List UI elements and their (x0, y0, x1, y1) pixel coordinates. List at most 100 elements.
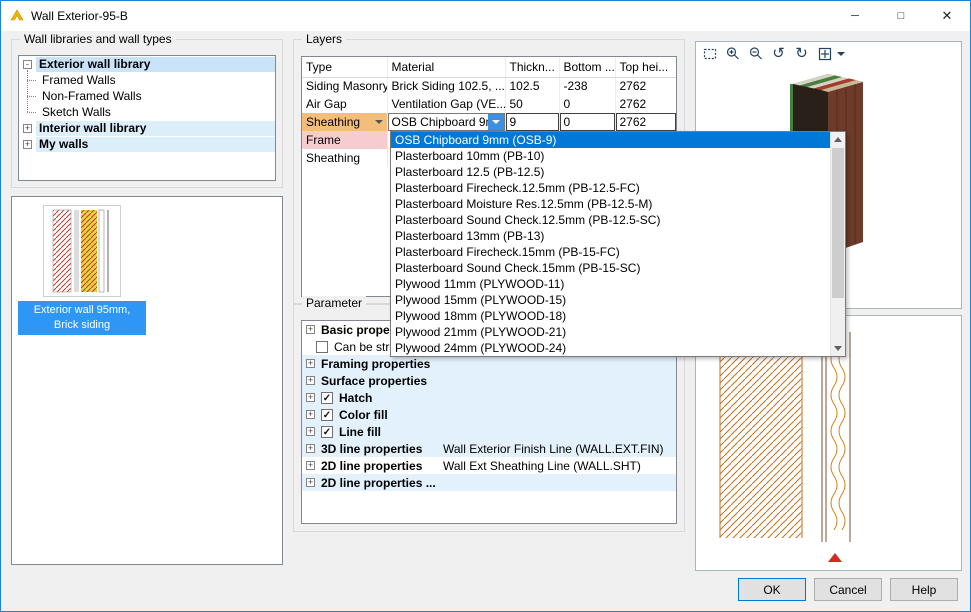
triangle-up-icon (834, 137, 842, 142)
triangle-down-icon (834, 346, 842, 351)
scroll-down-arrow[interactable] (831, 341, 845, 356)
expand-icon[interactable]: + (306, 427, 315, 436)
checkbox-checked[interactable]: ✓ (321, 426, 333, 438)
preview-toolbar: ↺ ↻ (701, 45, 845, 62)
rotate-right-icon[interactable]: ↻ (793, 45, 810, 62)
dropdown-option[interactable]: Plasterboard Moisture Res.12.5mm (PB-12.… (391, 196, 845, 212)
tree-item-my-walls[interactable]: + My walls (19, 136, 275, 152)
tree-item-non-framed-walls[interactable]: Non-Framed Walls (19, 88, 275, 104)
dropdown-option[interactable]: Plasterboard Firecheck.15mm (PB-15-FC) (391, 244, 845, 260)
bottom-height-input[interactable] (560, 113, 615, 131)
col-header-top: Top hei... (615, 57, 676, 77)
group-title: Parameter (302, 296, 366, 310)
zoom-window-icon[interactable] (701, 45, 718, 62)
tree-branch-line (27, 70, 28, 112)
window-title: Wall Exterior-95-B (31, 9, 128, 23)
material-combobox[interactable]: OSB Chipboard 9n (388, 113, 505, 131)
top-height-input[interactable] (616, 113, 677, 131)
wall-list-item-selected[interactable]: Exterior wall 95mm, Brick siding (18, 203, 146, 335)
param-row-2d-line-properties-more[interactable]: + 2D line properties ... (302, 474, 676, 491)
zoom-in-icon[interactable] (724, 45, 741, 62)
material-dropdown-list: OSB Chipboard 9mm (OSB-9) Plasterboard 1… (390, 131, 846, 357)
expand-icon[interactable]: + (306, 444, 315, 453)
wall-type-tree: - Exterior wall library Framed Walls Non… (18, 55, 276, 181)
dropdown-option[interactable]: Plywood 24mm (PLYWOOD-24) (391, 340, 845, 356)
rotate-left-icon[interactable]: ↺ (770, 45, 787, 62)
group-title: Layers (302, 32, 346, 46)
dropdown-option[interactable]: Plasterboard 12.5 (PB-12.5) (391, 164, 845, 180)
layer-type-combobox[interactable]: Sheathing (302, 113, 387, 131)
layer-row-sheathing-editing[interactable]: Sheathing OSB Chipboard 9n (302, 113, 676, 131)
param-row-hatch[interactable]: + ✓ Hatch (302, 389, 676, 406)
checkbox-unchecked[interactable] (316, 341, 328, 353)
layer-row-air-gap[interactable]: Air Gap Ventilation Gap (VE... 50 0 2762 (302, 95, 676, 113)
expand-icon[interactable]: + (23, 140, 32, 149)
expand-icon[interactable]: + (306, 461, 315, 470)
param-row-3d-line-properties[interactable]: + 3D line properties Wall Exterior Finis… (302, 440, 676, 457)
param-row-color-fill[interactable]: + ✓ Color fill (302, 406, 676, 423)
col-header-material: Material (387, 57, 505, 77)
expand-icon[interactable]: + (306, 393, 315, 402)
layer-row-siding-masonry[interactable]: Siding Masonry Brick Siding 102.5, ... 1… (302, 77, 676, 95)
param-row-line-fill[interactable]: + ✓ Line fill (302, 423, 676, 440)
expand-icon[interactable]: + (23, 124, 32, 133)
tree-item-label: Exterior wall library (36, 57, 275, 72)
combo-open-button[interactable] (488, 114, 504, 130)
expand-icon[interactable]: + (306, 325, 315, 334)
tree-item-label: Non-Framed Walls (39, 89, 145, 104)
collapse-icon[interactable]: - (23, 60, 32, 69)
dropdown-option[interactable]: Plywood 11mm (PLYWOOD-11) (391, 276, 845, 292)
dropdown-option[interactable]: Plywood 18mm (PLYWOOD-18) (391, 308, 845, 324)
close-button[interactable]: ✕ (924, 1, 970, 31)
scroll-up-arrow[interactable] (831, 132, 845, 147)
wall-list-panel: Exterior wall 95mm, Brick siding (11, 196, 283, 565)
checkbox-checked[interactable]: ✓ (321, 392, 333, 404)
layers-header-row: Type Material Thickn... Bottom ... Top h… (302, 57, 676, 77)
dropdown-option-selected[interactable]: OSB Chipboard 9mm (OSB-9) (391, 132, 845, 148)
param-row-2d-line-properties[interactable]: + 2D line properties Wall Ext Sheathing … (302, 457, 676, 474)
section-marker-triangle (828, 553, 842, 562)
param-row-framing-properties[interactable]: + Framing properties (302, 355, 676, 372)
wall-libraries-group: Wall libraries and wall types - Exterior… (11, 39, 283, 188)
chevron-down-icon (375, 120, 383, 124)
tree-item-interior-wall-library[interactable]: + Interior wall library (19, 120, 275, 136)
checkbox-checked[interactable]: ✓ (321, 409, 333, 421)
wall-editor-dialog: Wall Exterior-95-B ─ □ ✕ Wall libraries … (0, 0, 971, 612)
tree-item-label: My walls (36, 137, 275, 152)
tree-item-label: Sketch Walls (39, 105, 114, 120)
expand-icon[interactable]: + (306, 478, 315, 487)
maximize-button[interactable]: □ (878, 1, 924, 31)
zoom-out-icon[interactable] (747, 45, 764, 62)
pan-view-icon[interactable] (816, 45, 833, 62)
col-header-bottom: Bottom ... (559, 57, 615, 77)
dropdown-scrollbar[interactable] (830, 132, 845, 356)
tree-item-label: Framed Walls (39, 73, 119, 88)
ok-button[interactable]: OK (738, 578, 806, 601)
expand-icon[interactable]: + (306, 376, 315, 385)
toolbar-dropdown-arrow[interactable] (837, 52, 845, 56)
col-header-type: Type (302, 57, 387, 77)
tree-item-framed-walls[interactable]: Framed Walls (19, 72, 275, 88)
tree-item-sketch-walls[interactable]: Sketch Walls (19, 104, 275, 120)
dropdown-option[interactable]: Plywood 15mm (PLYWOOD-15) (391, 292, 845, 308)
group-title: Wall libraries and wall types (20, 32, 176, 46)
col-header-thickness: Thickn... (505, 57, 559, 77)
dropdown-option[interactable]: Plasterboard Sound Check.15mm (PB-15-SC) (391, 260, 845, 276)
dropdown-option[interactable]: Plasterboard Sound Check.12.5mm (PB-12.5… (391, 212, 845, 228)
help-button[interactable]: Help (890, 578, 958, 601)
thickness-input[interactable] (506, 113, 559, 131)
expand-icon[interactable]: + (306, 359, 315, 368)
dropdown-option[interactable]: Plasterboard 13mm (PB-13) (391, 228, 845, 244)
wall-thumbnail (43, 205, 121, 297)
tree-children: Framed Walls Non-Framed Walls Sketch Wal… (19, 72, 275, 120)
param-row-surface-properties[interactable]: + Surface properties (302, 372, 676, 389)
dropdown-option[interactable]: Plasterboard 10mm (PB-10) (391, 148, 845, 164)
tree-item-exterior-wall-library[interactable]: - Exterior wall library (19, 56, 275, 72)
minimize-button[interactable]: ─ (832, 1, 878, 31)
expand-icon[interactable]: + (306, 410, 315, 419)
titlebar[interactable]: Wall Exterior-95-B ─ □ ✕ (1, 1, 970, 31)
dropdown-option[interactable]: Plywood 21mm (PLYWOOD-21) (391, 324, 845, 340)
dropdown-option[interactable]: Plasterboard Firecheck.12.5mm (PB-12.5-F… (391, 180, 845, 196)
scrollbar-thumb[interactable] (832, 148, 844, 298)
cancel-button[interactable]: Cancel (814, 578, 882, 601)
